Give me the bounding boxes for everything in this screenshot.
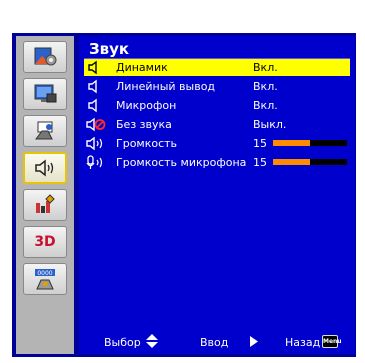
speaker-icon [88,60,97,75]
image-settings-icon [34,47,57,66]
row-value: Вкл. [253,61,278,74]
sidebar-item-display[interactable] [23,78,67,110]
row-label: Громкость [116,137,178,150]
row-label: Динамик [116,61,168,74]
mute-icon [86,117,106,132]
row-line-out[interactable]: Линейный вывод Вкл. [84,78,350,95]
footer-select-label: Выбор [104,336,141,349]
volume-slider[interactable] [273,140,347,146]
right-arrow-icon [250,336,258,347]
speaker-icon [88,79,97,94]
3d-settings-icon: 3D [34,234,56,250]
row-label: Линейный вывод [116,80,216,93]
row-value: Выкл. [253,118,287,131]
setup-settings-icon [35,121,53,140]
sidebar-item-sound[interactable] [23,152,67,184]
row-label: Громкость микрофона [116,156,247,169]
sidebar-item-setup[interactable] [23,115,67,147]
row-label: Микрофон [116,99,177,112]
footer-back-label: Назад [285,336,321,349]
row-mute[interactable]: Без звука Выкл. [84,116,350,133]
up-down-arrows-icon [146,334,158,348]
sidebar-item-3d[interactable]: 3D [23,226,67,258]
row-label: Без звука [116,118,172,131]
row-value: Вкл. [253,80,278,93]
sidebar-item-options[interactable] [23,189,67,221]
mic-volume-slider[interactable] [273,159,347,165]
svg-text:0000: 0000 [37,270,52,277]
volume-icon [86,136,103,151]
row-speaker[interactable]: Динамик Вкл. [84,59,350,76]
slider-fill [273,159,310,165]
sidebar-item-network[interactable]: 0000 [23,263,67,295]
row-value: 15 [253,137,267,150]
network-settings-icon: 0000 [35,269,55,290]
microphone-icon [86,155,103,169]
row-microphone[interactable]: Микрофон Вкл. [84,97,350,114]
speaker-icon [88,98,97,113]
row-value: Вкл. [253,99,278,112]
page-title: Звук [89,40,130,58]
display-settings-icon [34,84,57,103]
menu-key-icon: Menu [322,335,342,348]
row-volume[interactable]: Громкость 15 [84,135,350,152]
footer-enter-label: Ввод [200,336,229,349]
sidebar-item-image[interactable] [23,41,67,73]
options-settings-icon [36,194,55,213]
sidebar: 3D 0000 [16,36,74,354]
row-value: 15 [253,156,267,169]
slider-fill [273,140,310,146]
row-mic-volume[interactable]: Громкость микрофона 15 [84,154,350,171]
sound-settings-icon [35,159,54,177]
